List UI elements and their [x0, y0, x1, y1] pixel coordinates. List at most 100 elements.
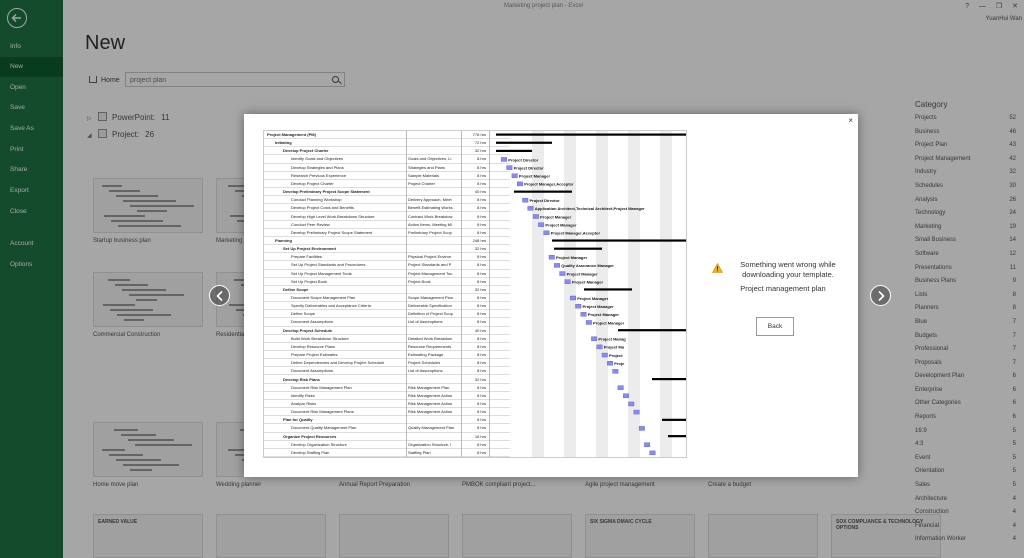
task-duration: 8 hrs — [477, 156, 486, 162]
task-resource: Project Charter — [408, 180, 435, 186]
task-duration: 776 hrs — [472, 132, 486, 137]
task-row: Set Up Project Standards and Procedures P… — [264, 261, 510, 270]
gantt-summary-bar — [662, 418, 686, 421]
task-row: Prepare Facilities Physical Project Envir… — [264, 253, 510, 262]
gantt-task-bar — [559, 271, 566, 276]
task-duration: 8 hrs — [477, 262, 486, 268]
task-duration: 8 hrs — [477, 449, 486, 455]
gantt-summary-bar — [554, 247, 602, 250]
gantt-resource-label: Project Manager — [519, 174, 551, 179]
task-duration: 8 hrs — [477, 295, 486, 300]
task-duration: 8 hrs — [477, 180, 486, 186]
gantt-resource-label: Project — [609, 353, 623, 358]
gantt-resource-label: Application Architect,Technical Architec… — [535, 206, 645, 211]
task-resource: Preliminary Project Scop — [408, 229, 452, 235]
warning-icon — [712, 263, 723, 273]
column-divider — [406, 131, 407, 457]
task-row: Define Scope Definition of Project Scop 8 … — [264, 310, 510, 319]
gantt-task-bar — [538, 222, 545, 227]
task-duration: 8 hrs — [477, 425, 486, 431]
task-duration: 8 hrs — [477, 172, 486, 178]
template-preview-dialog: × Project Management (PM) 776 hrs Initiati… — [244, 114, 858, 477]
task-row: Identify Goals and Objectives Goals and O… — [264, 155, 510, 164]
task-name: Organize Project Resources — [283, 433, 337, 439]
gantt-task-bar — [522, 197, 529, 203]
gantt-summary-bar — [552, 239, 686, 242]
error-message: Something went wrong while downloading y… — [740, 260, 836, 279]
task-duration: 8 hrs — [477, 384, 486, 390]
task-row: Initiating 72 hrs — [264, 139, 510, 148]
task-name: Define Scope — [291, 311, 316, 317]
task-duration: 8 hrs — [477, 343, 486, 349]
task-duration: 8 hrs — [477, 270, 486, 276]
task-duration: 8 hrs — [477, 368, 486, 374]
gantt-task-bar — [638, 426, 645, 431]
next-template-button[interactable] — [870, 285, 891, 306]
task-row: Develop Project Schedule 40 hrs — [264, 327, 510, 335]
gantt-task-bar — [644, 442, 651, 447]
task-row: Develop Staffing Plan Staffing Plan 8 hrs — [264, 449, 510, 457]
task-duration: 8 hrs — [477, 392, 486, 398]
task-row: Set Up Project Environment 32 hrs — [264, 245, 510, 254]
task-resource: Deliverable Specification — [408, 303, 452, 309]
gantt-resource-label: Project Manager — [567, 271, 599, 276]
task-resource: Physical Project Environ — [408, 254, 452, 260]
task-name: Build Work Breakdown Structure — [291, 335, 349, 341]
gantt-task-bar — [527, 206, 534, 211]
gantt-resource-label: Project Manager — [577, 296, 609, 301]
task-row: Document Risk Management Plans Risk Manag… — [264, 408, 510, 417]
gantt-summary-bar — [514, 190, 572, 193]
gantt-resource-label: Project Manager,Acceptor — [551, 231, 601, 236]
gantt-summary-bar — [584, 288, 632, 291]
task-row: Develop Resource Plans Resource Requireme… — [264, 343, 510, 352]
previous-template-button[interactable] — [209, 285, 230, 306]
task-row: Document Quality Management Plan Quality … — [264, 424, 510, 433]
task-duration: 8 hrs — [477, 254, 486, 260]
task-duration: 8 hrs — [477, 319, 486, 325]
task-resource: List of Assumptions — [408, 368, 443, 374]
task-duration: 8 hrs — [477, 441, 486, 447]
gantt-task-bar — [612, 369, 619, 374]
gantt-task-bar — [580, 312, 587, 317]
task-resource: Risk Management Plan — [408, 384, 450, 390]
task-duration: 248 hrs — [472, 237, 486, 243]
task-resource: Project Schedules — [408, 360, 441, 366]
close-dialog-button[interactable]: × — [848, 116, 853, 125]
task-resource: Strategies and Plans — [408, 164, 445, 170]
task-name: Planning — [275, 237, 292, 243]
task-row: Develop High Level Work Breakdown Struct… — [264, 213, 510, 221]
task-resource: Staffing Plan — [408, 449, 431, 455]
task-row: Develop Project Costs and Benefits Benefi… — [264, 204, 510, 213]
gantt-nonworking-column — [532, 131, 544, 457]
gantt-resource-label: Project Manager — [545, 222, 577, 227]
task-name: Document Risk Management Plans — [291, 409, 354, 415]
template-name: Project management plan — [740, 284, 826, 293]
gantt-task-bar — [607, 360, 614, 366]
gantt-resource-label: Proje — [614, 361, 625, 366]
task-name: Set Up Project Standards and Procedures — [291, 262, 366, 268]
task-resource: Benefit Estimating Works — [408, 205, 453, 211]
task-row: Develop Project Charter Project Charter 8 … — [264, 180, 510, 189]
gantt-summary-bar — [618, 329, 686, 332]
task-name: Document Assumptions — [291, 319, 334, 325]
task-name: Plan for Quality — [283, 417, 313, 423]
task-duration: 8 hrs — [477, 197, 486, 203]
task-row: Develop Preliminary Project Scope Statem… — [264, 229, 510, 237]
task-name: Define Dependencies and Develop Project … — [291, 360, 385, 366]
gantt-resource-label: Project Director — [508, 157, 538, 162]
task-name: Develop Staffing Plan — [291, 449, 330, 455]
chevron-right-icon — [878, 290, 885, 302]
task-row: Conduct Planning Workshop Delivery Approa… — [264, 196, 510, 205]
task-row: Planning 248 hrs — [264, 237, 510, 246]
task-row: Document Risk Management Plan Risk Manage… — [264, 384, 510, 392]
task-resource: Risk Management Action — [408, 400, 453, 406]
gantt-task-bar — [633, 409, 640, 415]
gantt-task-bar — [596, 344, 603, 350]
back-button[interactable]: Back — [756, 317, 794, 336]
gantt-task-bar — [554, 263, 560, 268]
task-name: Develop Preliminary Project Scope Statem… — [283, 189, 370, 195]
gantt-resource-label: Project Director — [530, 198, 560, 203]
task-name: Define Scope — [283, 286, 309, 292]
task-resource: Goals and Objectives, Li — [408, 156, 452, 162]
gantt-resource-label: Project Manager,Acceptor — [524, 182, 574, 187]
